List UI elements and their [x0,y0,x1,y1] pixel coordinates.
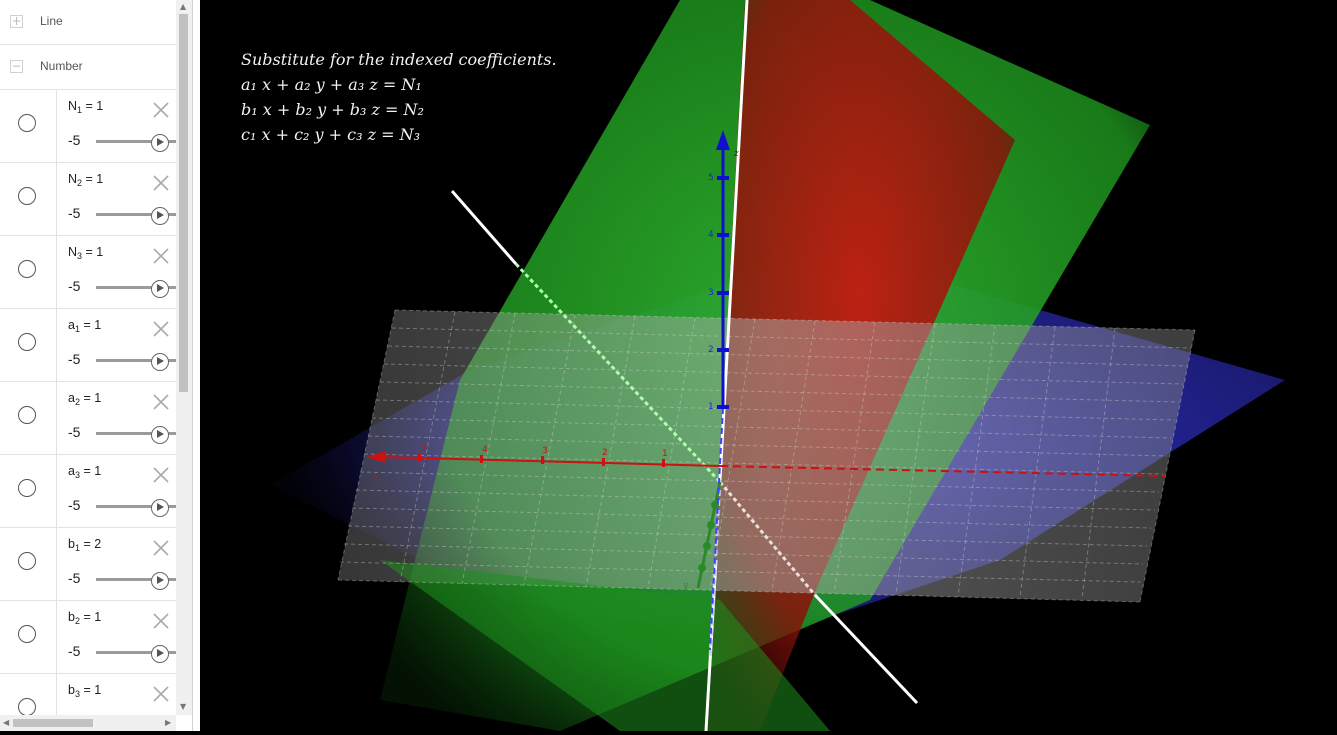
scroll-right-icon[interactable]: ▶ [165,718,171,727]
slider-label[interactable]: a1 = 1 [68,318,101,334]
scroll-left-icon[interactable]: ◀ [3,718,9,727]
scroll-down-icon[interactable]: ▼ [180,702,186,711]
visibility-cell[interactable] [0,455,57,527]
intersection-line [813,593,919,705]
delete-icon[interactable] [150,245,172,267]
slider-label[interactable]: N3 = 1 [68,245,103,261]
algebra-list: + Line − Number N1 = 1 -5 N2 = 1 -5 N3 = 1 -5… [0,0,176,715]
delete-icon[interactable] [150,99,172,121]
x-axis-tick: 4 [482,445,488,455]
slider-row[interactable]: a3 = 1 -5 [0,455,176,528]
slider-label[interactable]: N1 = 1 [68,99,103,115]
caption-text: Substitute for the indexed coefficients. [241,50,557,69]
group-number[interactable]: − Number [0,45,176,90]
slider-row[interactable]: N2 = 1 -5 [0,163,176,236]
vertical-scroll-thumb[interactable] [179,14,188,392]
horizontal-scroll-thumb[interactable] [13,719,93,727]
play-icon[interactable] [151,280,169,298]
visibility-toggle[interactable] [18,698,36,715]
slider-row[interactable]: N1 = 1 -5 [0,90,176,163]
delete-icon[interactable] [150,537,172,559]
visibility-cell[interactable] [0,528,57,600]
visibility-cell[interactable] [0,236,57,308]
play-icon[interactable] [151,572,169,590]
equation-3: c₁ x + c₂ y + c₃ z = N₃ [241,125,421,144]
group-label-line: Line [40,14,63,28]
play-icon[interactable] [151,645,169,663]
visibility-toggle[interactable] [18,406,36,424]
visibility-toggle[interactable] [18,479,36,497]
visibility-cell[interactable] [0,601,57,673]
x-axis-tick: 5 [420,443,426,453]
equation-2: b₁ x + b₂ y + b₃ z = N₂ [241,100,424,119]
group-label-number: Number [40,59,83,73]
slider-min: -5 [68,497,81,513]
play-icon[interactable] [151,426,169,444]
visibility-cell[interactable] [0,382,57,454]
z-axis-label: z [733,149,739,159]
play-icon[interactable] [151,499,169,517]
slider-label[interactable]: a3 = 1 [68,464,101,480]
x-axis-tick: 1 [662,449,668,459]
collapse-icon[interactable]: − [10,60,23,73]
visibility-toggle[interactable] [18,260,36,278]
z-axis-tick: 1 [708,402,714,412]
horizontal-scrollbar[interactable]: ◀ ▶ [0,715,176,731]
intersection-line [450,190,518,265]
slider-label[interactable]: a2 = 1 [68,391,101,407]
slider-min: -5 [68,351,81,367]
xy-plane [338,310,1195,602]
play-icon[interactable] [151,353,169,371]
slider-label[interactable]: b2 = 1 [68,610,101,626]
play-icon[interactable] [151,207,169,225]
slider-row[interactable]: N3 = 1 -5 [0,236,176,309]
visibility-toggle[interactable] [18,552,36,570]
slider-min: -5 [68,205,81,221]
group-line[interactable]: + Line [0,0,176,45]
y-axis-label: y [682,581,689,591]
visibility-cell[interactable] [0,163,57,235]
z-axis-tick: 4 [708,230,714,240]
slider-row[interactable]: b1 = 2 -5 [0,528,176,601]
visibility-cell[interactable] [0,90,57,162]
slider-label[interactable]: b3 = 1 [68,683,101,699]
x-axis-tick: 3 [542,446,548,456]
view-divider[interactable] [192,0,200,731]
visibility-toggle[interactable] [18,333,36,351]
slider-row[interactable]: b3 = 1-5 [0,674,176,715]
expand-icon[interactable]: + [10,15,23,28]
slider-row[interactable]: a2 = 1 -5 [0,382,176,455]
slider-row[interactable]: a1 = 1 -5 [0,309,176,382]
x-axis-tick: 2 [602,448,608,458]
delete-icon[interactable] [150,464,172,486]
visibility-toggle[interactable] [18,187,36,205]
slider-row[interactable]: b2 = 1 -5 [0,601,176,674]
delete-icon[interactable] [150,172,172,194]
slider-min: -5 [68,278,81,294]
slider-min: -5 [68,132,81,148]
delete-icon[interactable] [150,391,172,413]
visibility-cell[interactable] [0,309,57,381]
equation-1: a₁ x + a₂ y + a₃ z = N₁ [241,75,422,94]
slider-min: -5 [68,570,81,586]
slider-label[interactable]: N2 = 1 [68,172,103,188]
z-axis-tick: 2 [708,345,714,355]
equation-text[interactable]: Substitute for the indexed coefficients.… [241,47,557,147]
delete-icon[interactable] [150,610,172,632]
visibility-toggle[interactable] [18,625,36,643]
scroll-up-icon[interactable]: ▲ [180,2,186,11]
visibility-toggle[interactable] [18,114,36,132]
slider-min: -5 [68,643,81,659]
z-axis-tick: 3 [708,288,714,298]
delete-icon[interactable] [150,318,172,340]
slider-min: -5 [68,424,81,440]
z-axis-tick: 5 [708,173,714,183]
play-icon[interactable] [151,134,169,152]
vertical-scrollbar[interactable]: ▲ ▼ [176,0,192,715]
slider-label[interactable]: b1 = 2 [68,537,101,553]
algebra-view: + Line − Number N1 = 1 -5 N2 = 1 -5 N3 = 1 -5… [0,0,192,731]
delete-icon[interactable] [150,683,172,705]
visibility-cell[interactable] [0,674,57,715]
x-axis-label: x [374,473,379,483]
